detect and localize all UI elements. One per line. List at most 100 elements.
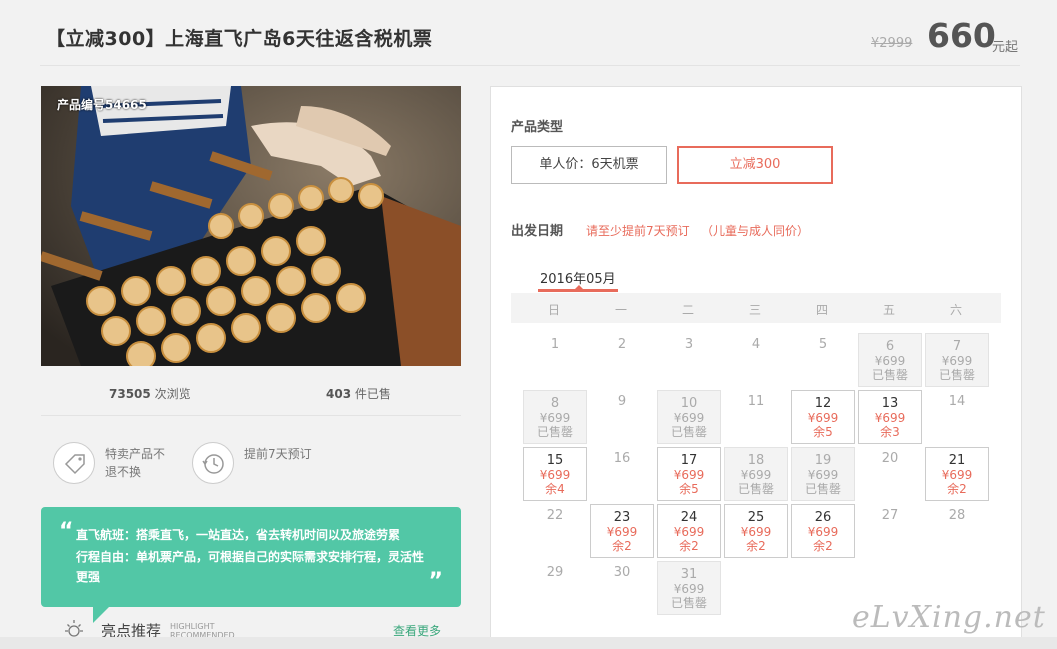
day-number: 10 <box>680 396 698 411</box>
day-availability: 已售罄 <box>938 368 975 382</box>
day-price: ¥699 <box>673 525 705 539</box>
day-price: ¥699 <box>673 411 705 425</box>
month-caret-icon <box>575 285 583 289</box>
header: 【立减300】上海直飞广岛6天往返含税机票 ¥2999 660 元起 <box>40 0 1020 66</box>
weekday-fri: 五 <box>882 303 895 317</box>
calendar-day-3: 3 <box>657 333 721 387</box>
quote-line: 直飞航班：搭乘直飞，一站直达，省去转机时间以及旅途劳累 <box>76 528 401 542</box>
calendar-day-29: 29 <box>523 561 587 615</box>
day-number: 6 <box>885 339 895 354</box>
calendar-day-18: 18 ¥699 已售罄 <box>724 447 788 501</box>
highlight-quote: “ 直飞航班：搭乘直飞，一站直达，省去转机时间以及旅途劳累 行程自由：单机票产品… <box>41 507 461 623</box>
feature-text: 特卖产品不退不换 <box>105 447 166 479</box>
page: 【立减300】上海直飞广岛6天往返含税机票 ¥2999 660 元起 产品编号5… <box>0 0 1057 649</box>
calendar-day-22: 22 <box>523 504 587 558</box>
day-number: 16 <box>613 451 631 466</box>
day-availability: 已售罄 <box>737 482 774 496</box>
day-price: ¥699 <box>673 582 705 596</box>
clock-history-icon <box>192 442 234 484</box>
option-single-price[interactable]: 单人价：6天机票 <box>511 146 667 184</box>
views-stat: 73505 次浏览 <box>109 385 191 402</box>
day-availability: 余5 <box>679 482 699 496</box>
day-number: 12 <box>814 396 832 411</box>
day-price: ¥699 <box>874 411 906 425</box>
sold-count: 403 <box>326 387 352 401</box>
watermark: eLvXing.net <box>852 600 1046 635</box>
day-price: ¥699 <box>740 468 772 482</box>
day-availability: 余2 <box>813 539 833 553</box>
product-photo-image <box>41 86 461 366</box>
calendar-day-25[interactable]: 25 ¥699 余2 <box>724 504 788 558</box>
booking-panel: 产品类型 单人价：6天机票 立减300 出发日期 请至少提前7天预订 （儿童与成… <box>490 86 1022 649</box>
weekday-mon: 一 <box>614 303 627 317</box>
day-number: 9 <box>617 394 627 409</box>
day-number: 28 <box>948 508 966 523</box>
calendar-day-8: 8 ¥699 已售罄 <box>523 390 587 444</box>
calendar-day-26[interactable]: 26 ¥699 余2 <box>791 504 855 558</box>
day-price: ¥699 <box>807 525 839 539</box>
calendar-day-13[interactable]: 13 ¥699 余3 <box>858 390 922 444</box>
day-number: 20 <box>881 451 899 466</box>
day-availability: 余3 <box>880 425 900 439</box>
option-discount-300[interactable]: 立减300 <box>677 146 833 184</box>
day-price: ¥699 <box>874 354 906 368</box>
quote-open-icon: “ <box>59 519 74 544</box>
day-number: 7 <box>952 339 962 354</box>
calendar-day-1: 1 <box>523 333 587 387</box>
day-availability: 已售罄 <box>670 425 707 439</box>
calendar-day-11: 11 <box>724 390 788 444</box>
product-type-label: 产品类型 <box>511 120 564 135</box>
day-price: ¥699 <box>941 354 973 368</box>
original-price: ¥2999 <box>871 36 913 51</box>
day-number: 3 <box>684 337 694 352</box>
day-availability: 余4 <box>545 482 565 496</box>
day-number: 17 <box>680 453 698 468</box>
calendar-day-21[interactable]: 21 ¥699 余2 <box>925 447 989 501</box>
day-number: 22 <box>546 508 564 523</box>
day-price: ¥699 <box>539 411 571 425</box>
calendar-day-23[interactable]: 23 ¥699 余2 <box>590 504 654 558</box>
day-number: 21 <box>948 453 966 468</box>
weekday-sat: 六 <box>949 303 962 317</box>
calendar-day-27: 27 <box>858 504 922 558</box>
calendar-day-9: 9 <box>590 390 654 444</box>
day-number: 26 <box>814 510 832 525</box>
weekday-wed: 三 <box>748 303 761 317</box>
highlights-sub-1: HIGHLIGHT <box>170 622 215 631</box>
day-number: 24 <box>680 510 698 525</box>
views-label: 次浏览 <box>154 387 191 401</box>
calendar-day-10: 10 ¥699 已售罄 <box>657 390 721 444</box>
sold-stat: 403 件已售 <box>326 385 391 402</box>
day-number: 13 <box>881 396 899 411</box>
calendar-day-19: 19 ¥699 已售罄 <box>791 447 855 501</box>
day-price: ¥699 <box>740 525 772 539</box>
calendar-day-16: 16 <box>590 447 654 501</box>
day-availability: 余2 <box>679 539 699 553</box>
calendar-day-12[interactable]: 12 ¥699 余5 <box>791 390 855 444</box>
calendar-day-5: 5 <box>791 333 855 387</box>
day-number: 5 <box>818 337 828 352</box>
current-price: 660 <box>927 16 996 55</box>
day-number: 1 <box>550 337 560 352</box>
day-number: 30 <box>613 565 631 580</box>
calendar-day-17[interactable]: 17 ¥699 余5 <box>657 447 721 501</box>
departure-date-label: 出发日期 <box>511 224 564 239</box>
booking-tip: 请至少提前7天预订 <box>586 224 690 238</box>
day-price: ¥699 <box>807 468 839 482</box>
day-number: 2 <box>617 337 627 352</box>
day-price: ¥699 <box>807 411 839 425</box>
sold-label: 件已售 <box>354 387 391 401</box>
product-photo: 产品编号54665 <box>41 86 461 366</box>
weekday-thu: 四 <box>815 303 828 317</box>
calendar-day-31: 31 ¥699 已售罄 <box>657 561 721 615</box>
calendar-day-24[interactable]: 24 ¥699 余2 <box>657 504 721 558</box>
weekday-header: 日 一 二 三 四 五 六 <box>511 293 1001 323</box>
day-number: 18 <box>747 453 765 468</box>
day-price: ¥699 <box>539 468 571 482</box>
bottom-scrollbar[interactable] <box>0 637 1057 649</box>
day-number: 11 <box>747 394 765 409</box>
calendar-day-7: 7 ¥699 已售罄 <box>925 333 989 387</box>
day-number: 31 <box>680 567 698 582</box>
day-availability: 已售罄 <box>871 368 908 382</box>
calendar-day-15[interactable]: 15 ¥699 余4 <box>523 447 587 501</box>
